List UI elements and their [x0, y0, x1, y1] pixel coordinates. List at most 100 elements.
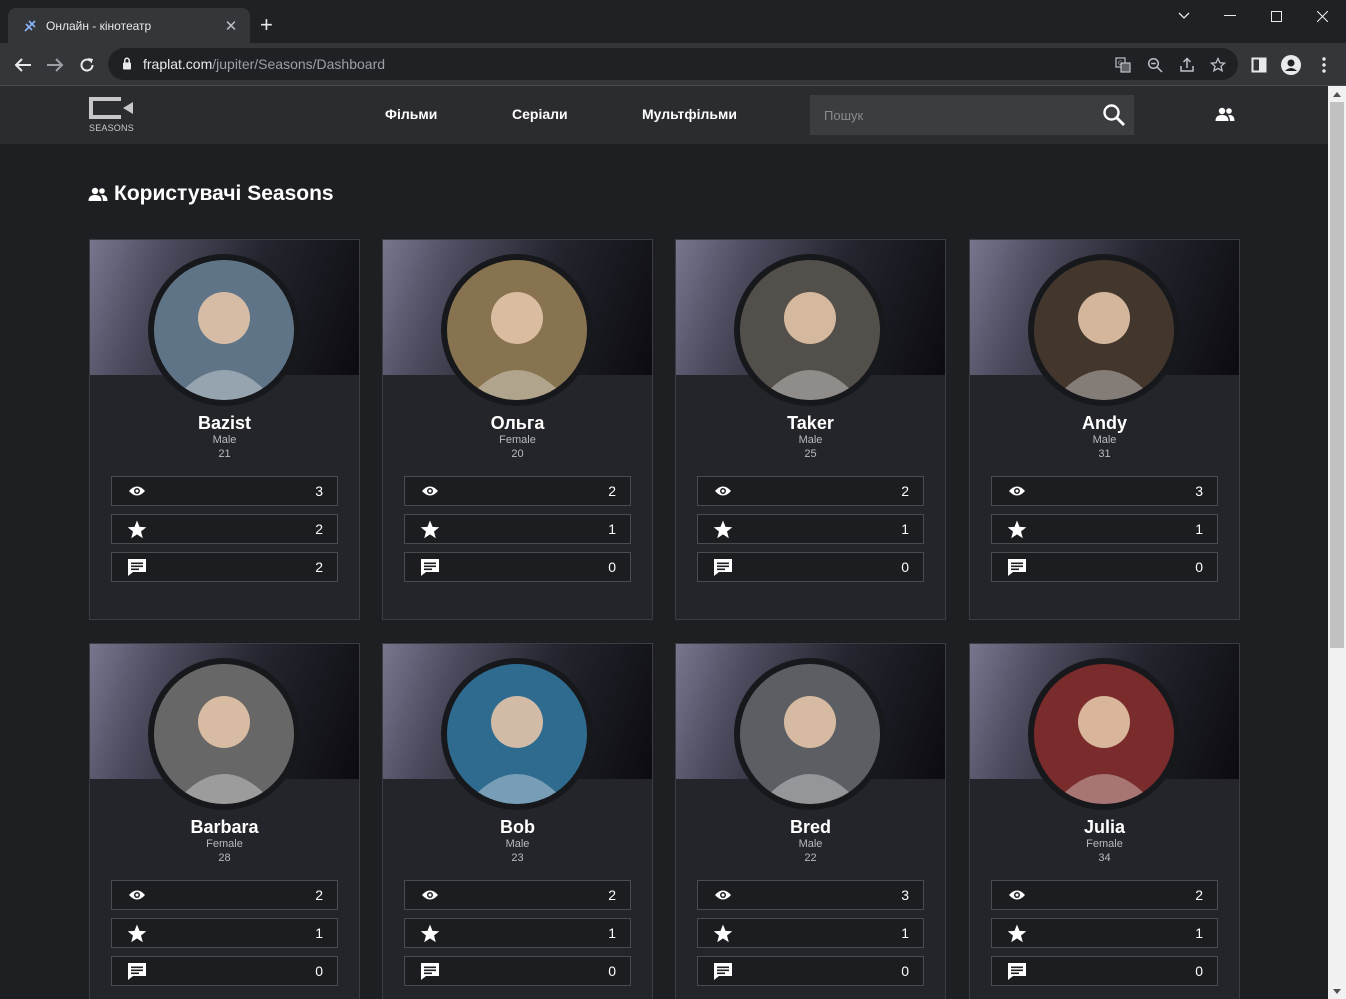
browser-menu-icon[interactable] [1314, 55, 1334, 75]
tab-search-icon[interactable] [1161, 0, 1207, 32]
views-stat[interactable]: 2 [697, 476, 924, 506]
comments-stat[interactable]: 0 [404, 956, 631, 986]
user-gender: Male [798, 434, 823, 446]
user-name[interactable]: Bob [383, 817, 652, 838]
tab-favicon-icon [22, 18, 38, 34]
users-icon[interactable] [1215, 107, 1237, 123]
ratings-stat[interactable]: 1 [697, 918, 924, 948]
views-count: 2 [315, 887, 323, 903]
ratings-stat[interactable]: 1 [697, 514, 924, 544]
profile-avatar-icon[interactable] [1281, 55, 1301, 75]
user-card: Bazist Male 21 3 2 2 [89, 239, 360, 620]
user-name[interactable]: Andy [970, 413, 1239, 434]
views-stat[interactable]: 3 [991, 476, 1218, 506]
user-avatar[interactable] [1028, 658, 1180, 810]
user-name[interactable]: Taker [676, 413, 945, 434]
url-text[interactable]: fraplat.com/jupiter/Seasons/Dashboard [143, 56, 385, 72]
nav-link-cartoons[interactable]: Мультфільми [642, 106, 737, 122]
eye-icon [712, 480, 734, 502]
comment-icon [1006, 556, 1028, 578]
seasons-logo[interactable]: SEASONS [88, 96, 140, 134]
scroll-down-arrow-icon[interactable] [1328, 983, 1346, 999]
nav-link-films[interactable]: Фільми [385, 106, 437, 122]
svg-text:G: G [1118, 60, 1123, 67]
views-stat[interactable]: 3 [111, 476, 338, 506]
comment-icon [419, 960, 441, 982]
page-viewport: SEASONS Фільми Серіали Мультфільми Корис… [0, 86, 1328, 999]
user-gender: Male [212, 434, 237, 446]
user-card: Ольга Female 20 2 1 0 [382, 239, 653, 620]
ratings-stat[interactable]: 1 [111, 918, 338, 948]
user-name[interactable]: Barbara [90, 817, 359, 838]
user-avatar[interactable] [1028, 254, 1180, 406]
comments-count: 2 [315, 559, 323, 575]
nav-link-series[interactable]: Серіали [512, 106, 568, 122]
comments-count: 0 [901, 963, 909, 979]
ratings-stat[interactable]: 1 [404, 918, 631, 948]
user-avatar[interactable] [441, 658, 593, 810]
page-scrollbar[interactable] [1328, 86, 1346, 999]
address-bar[interactable]: fraplat.com/jupiter/Seasons/Dashboard G [108, 48, 1238, 80]
views-stat[interactable]: 2 [991, 880, 1218, 910]
user-gender: Male [1092, 434, 1117, 446]
views-stat[interactable]: 2 [111, 880, 338, 910]
share-icon[interactable] [1178, 56, 1196, 74]
comments-stat[interactable]: 0 [991, 552, 1218, 582]
maximize-button[interactable] [1253, 0, 1299, 32]
browser-tab[interactable]: Онлайн - кінотеатр ✕ [8, 8, 250, 43]
avatar-photo [740, 664, 880, 804]
user-avatar[interactable] [734, 658, 886, 810]
comments-stat[interactable]: 0 [111, 956, 338, 986]
user-avatar[interactable] [441, 254, 593, 406]
user-age: 21 [218, 448, 231, 460]
user-name[interactable]: Bred [676, 817, 945, 838]
ratings-stat[interactable]: 1 [404, 514, 631, 544]
views-count: 2 [901, 483, 909, 499]
user-age: 25 [804, 448, 817, 460]
zoom-icon[interactable] [1146, 56, 1164, 74]
comments-stat[interactable]: 0 [697, 552, 924, 582]
ratings-stat[interactable]: 1 [991, 514, 1218, 544]
bookmark-star-icon[interactable] [1209, 56, 1227, 74]
user-card: Taker Male 25 2 1 0 [675, 239, 946, 620]
browser-tab-strip: Онлайн - кінотеатр ✕ + [0, 0, 1346, 43]
comments-stat[interactable]: 0 [991, 956, 1218, 986]
user-avatar[interactable] [734, 254, 886, 406]
user-avatar[interactable] [148, 254, 300, 406]
minimize-button[interactable] [1207, 0, 1253, 32]
new-tab-button[interactable]: + [260, 14, 273, 36]
avatar-photo [447, 664, 587, 804]
user-age: 20 [511, 448, 524, 460]
comments-stat[interactable]: 0 [404, 552, 631, 582]
user-avatar[interactable] [148, 658, 300, 810]
user-name[interactable]: Ольга [383, 413, 652, 434]
user-name[interactable]: Bazist [90, 413, 359, 434]
views-stat[interactable]: 2 [404, 880, 631, 910]
ratings-count: 1 [901, 521, 909, 537]
search-icon[interactable] [1102, 103, 1126, 127]
close-window-button[interactable] [1299, 0, 1345, 32]
user-card: Andy Male 31 3 1 0 [969, 239, 1240, 620]
views-stat[interactable]: 2 [404, 476, 631, 506]
translate-icon[interactable]: G [1114, 56, 1132, 74]
back-arrow-icon[interactable] [11, 53, 35, 77]
lock-icon[interactable] [122, 57, 132, 75]
search-input[interactable] [810, 95, 1090, 135]
views-stat[interactable]: 3 [697, 880, 924, 910]
side-panel-icon[interactable] [1249, 55, 1269, 75]
comments-stat[interactable]: 0 [697, 956, 924, 986]
forward-arrow-icon[interactable] [43, 53, 67, 77]
comments-stat[interactable]: 2 [111, 552, 338, 582]
star-icon [1006, 518, 1028, 540]
user-age: 23 [511, 852, 524, 864]
scrollbar-thumb[interactable] [1330, 102, 1344, 648]
scroll-up-arrow-icon[interactable] [1328, 86, 1346, 102]
tab-close-icon[interactable]: ✕ [222, 17, 240, 35]
reload-icon[interactable] [75, 53, 99, 77]
eye-icon [712, 884, 734, 906]
comments-count: 0 [1195, 559, 1203, 575]
site-header: SEASONS Фільми Серіали Мультфільми [0, 86, 1328, 144]
ratings-stat[interactable]: 1 [991, 918, 1218, 948]
user-name[interactable]: Julia [970, 817, 1239, 838]
ratings-stat[interactable]: 2 [111, 514, 338, 544]
